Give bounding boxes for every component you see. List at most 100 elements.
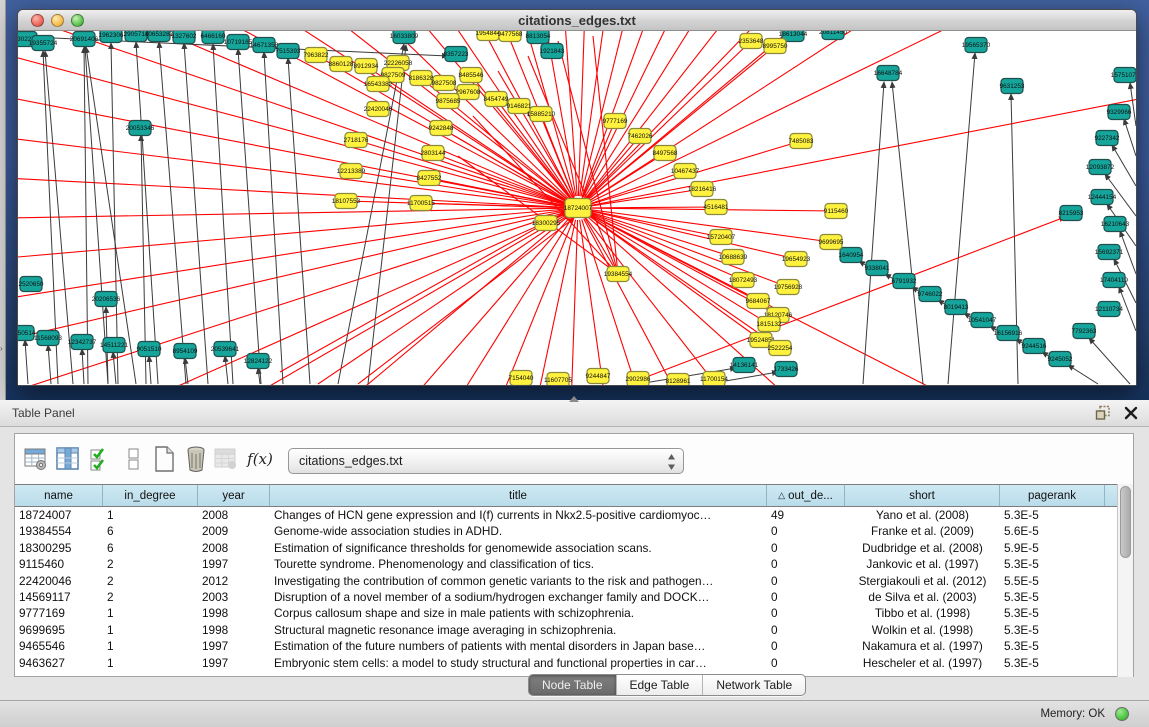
graph-edge[interactable] [85,47,108,384]
graph-node[interactable]: 8427552 [417,171,442,186]
graph-node[interactable]: 1327602 [172,31,197,44]
column-header-pagerank[interactable]: pagerank [1000,485,1105,506]
graph-edge[interactable] [84,47,88,384]
graph-node[interactable]: 9631253 [1000,79,1025,94]
graph-node[interactable]: 12093872 [1086,160,1115,175]
graph-node[interactable]: 19355724 [29,36,58,51]
graph-edge[interactable] [159,42,186,384]
graph-node[interactable]: 8454749 [484,92,509,107]
graph-node[interactable]: 2520650 [19,277,44,292]
graph-node[interactable]: 9827508 [432,76,457,91]
graph-node[interactable]: 22420046 [364,102,393,117]
collapse-chevron-icon[interactable]: › [0,344,3,353]
graph-node[interactable]: 7462026 [628,129,653,144]
graph-node[interactable]: 9244516 [1022,339,1047,354]
graph-node[interactable]: 8128961 [666,374,691,386]
network-window-titlebar[interactable]: citations_edges.txt [18,10,1136,31]
delete-column-button[interactable] [181,443,211,475]
graph-node[interactable]: 10467437 [671,164,700,179]
graph-edge[interactable] [184,43,208,384]
graph-node[interactable]: 9242848 [429,121,454,136]
memory-status-indicator[interactable] [1115,707,1129,721]
graph-node[interactable]: 9115460 [824,204,849,219]
graph-node[interactable]: 8019413 [944,300,969,315]
graph-node[interactable]: 8186328 [409,71,434,86]
table-selector-dropdown[interactable]: citations_edges.txt [288,448,684,474]
graph-node[interactable]: 18072493 [729,273,758,288]
graph-node[interactable]: 7485083 [789,134,814,149]
graph-edge[interactable] [1130,83,1136,126]
scrollbar-thumb[interactable] [1120,486,1131,558]
graph-node[interactable]: 15692371 [1095,245,1124,260]
table-row[interactable]: 911546021997Tourette syndrome. Phenomeno… [15,556,1118,572]
graph-node[interactable]: 10688639 [719,250,748,265]
column-header-short[interactable]: short [845,485,1000,506]
graph-node[interactable]: 8912934 [354,59,379,74]
graph-node[interactable]: 17404119 [1100,273,1128,288]
graph-node[interactable]: 2353648 [739,34,764,49]
graph-node[interactable]: 14671358 [250,38,279,53]
graph-node[interactable]: 12444154 [1088,190,1117,205]
graph-node[interactable]: 8813054 [526,31,551,44]
graph-edge[interactable] [1112,145,1136,186]
graph-node[interactable]: 1962306 [99,31,124,43]
graph-edge[interactable] [113,352,116,384]
graph-node[interactable]: 2522254 [768,341,793,356]
graph-node[interactable]: 11568093 [34,331,62,346]
vertical-scrollbar[interactable] [1117,484,1133,677]
graph-edge[interactable] [136,42,158,384]
graph-edge[interactable] [578,208,796,259]
select-all-button[interactable] [85,443,115,475]
graph-edge[interactable] [863,82,884,384]
graph-edge[interactable] [948,53,975,384]
graph-node[interactable]: 9244847 [586,369,611,384]
tab-node-table[interactable]: Node Table [529,675,617,695]
graph-node[interactable]: 7515393 [276,44,301,59]
table-row[interactable]: 1830029562008Estimation of significance … [15,540,1118,556]
graph-edge[interactable] [25,340,28,384]
graph-node[interactable]: 8357223 [444,47,469,62]
table-row[interactable]: 969969511998Structural magnetic resonanc… [15,622,1118,638]
graph-node[interactable]: 12824122 [244,354,273,369]
graph-node[interactable]: 8497568 [653,146,678,161]
network-view[interactable]: 6302271193557242069140619623062905714106… [18,31,1136,385]
graph-node[interactable]: 7792363 [1072,324,1097,339]
graph-node[interactable]: 15720407 [707,230,736,245]
tab-edge-table[interactable]: Edge Table [617,675,704,695]
graph-edge[interactable] [1068,365,1098,384]
graph-node[interactable]: 10541047 [968,313,997,328]
graph-node[interactable]: 8954109 [173,344,198,359]
graph-node[interactable]: 18216416 [688,182,717,197]
graph-edge[interactable] [225,356,228,384]
graph-node[interactable]: 9051510 [137,342,162,357]
graph-node[interactable]: 16210643 [1101,217,1130,232]
graph-node[interactable]: 9684067 [746,294,771,309]
graph-edge[interactable] [82,349,84,384]
graph-node[interactable]: 12213389 [337,164,366,179]
graph-node[interactable]: 20539641 [211,342,240,357]
citation-network-graph[interactable]: 6302271193557242069140619623062905714106… [18,31,1136,385]
table-settings-button[interactable] [21,443,51,475]
graph-node[interactable]: 1733426 [774,362,799,377]
graph-node[interactable]: 14511221 [100,338,128,353]
deselect-all-button[interactable] [119,443,149,475]
graph-node[interactable]: 9746022 [918,287,943,302]
graph-node[interactable]: 20053346 [126,121,155,136]
graph-node[interactable]: 4516481 [704,200,729,215]
graph-node[interactable]: 9329966 [1107,105,1132,120]
graph-node[interactable]: 16033809 [390,31,419,44]
graph-node[interactable]: 18724007 [564,199,593,218]
graph-node[interactable]: 14136141 [730,358,759,373]
graph-node[interactable]: 8485546 [459,68,484,83]
graph-node[interactable]: 19384554 [604,267,633,282]
graph-node[interactable]: 12342737 [68,335,97,350]
graph-node[interactable]: 15751074 [1111,68,1136,83]
table-row[interactable]: 1872400712008Changes of HCN gene express… [15,507,1118,523]
graph-node[interactable]: 10653287 [145,31,174,42]
table-row[interactable]: 2242004622012Investigating the contribut… [15,573,1118,589]
graph-node[interactable]: 16648784 [874,66,903,81]
graph-node[interactable]: 7154040 [509,371,534,386]
graph-edge[interactable] [238,49,261,384]
graph-node[interactable]: 2902986 [626,372,651,386]
graph-node[interactable]: 2718176 [344,133,369,148]
